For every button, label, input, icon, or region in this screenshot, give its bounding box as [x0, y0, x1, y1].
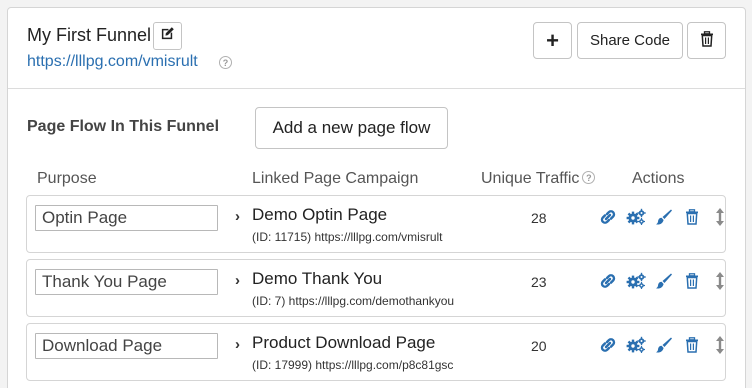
campaign-detail: (ID: 7) https://lllpg.com/demothankyou	[252, 294, 455, 308]
column-header-purpose: Purpose	[37, 170, 97, 187]
campaign-detail: (ID: 17999) https://lllpg.com/p8c81gsc	[252, 358, 454, 372]
edit-title-button[interactable]	[153, 22, 182, 50]
chevron-right-icon: ›	[235, 336, 240, 353]
unique-traffic-count: 28	[531, 210, 547, 226]
chevron-right-icon: ›	[235, 272, 240, 289]
campaign-detail: (ID: 11715) https://lllpg.com/vmisrult	[252, 230, 443, 244]
purpose-input[interactable]	[35, 269, 218, 295]
row-actions	[598, 207, 730, 227]
brush-icon[interactable]	[654, 335, 674, 355]
page-flow-row: › Demo Optin Page (ID: 11715) https://ll…	[26, 195, 726, 253]
gears-icon[interactable]	[626, 271, 646, 291]
page-flow-row: › Product Download Page (ID: 17999) http…	[26, 323, 726, 381]
link-icon[interactable]	[598, 335, 618, 355]
trash-icon[interactable]	[682, 271, 702, 291]
link-icon[interactable]	[598, 271, 618, 291]
move-vertical-icon[interactable]	[710, 207, 730, 227]
chevron-right-icon: ›	[235, 208, 240, 225]
brush-icon[interactable]	[654, 207, 674, 227]
purpose-input[interactable]	[35, 205, 218, 231]
row-actions	[598, 335, 730, 355]
share-code-button[interactable]: Share Code	[577, 22, 683, 59]
funnel-header: My First Funnel https://lllpg.com/vmisru…	[8, 8, 745, 89]
page-flow-row: › Demo Thank You (ID: 7) https://lllpg.c…	[26, 259, 726, 317]
campaign-name: Product Download Page	[252, 333, 436, 352]
section-title: Page Flow In This Funnel	[27, 118, 220, 135]
add-page-flow-button[interactable]: Add a new page flow	[255, 107, 448, 149]
funnel-title: My First Funnel	[27, 25, 152, 45]
gears-icon[interactable]	[626, 207, 646, 227]
column-header-traffic-label: Unique Traffic	[481, 170, 580, 187]
column-header-actions: Actions	[632, 170, 685, 187]
help-icon[interactable]: ?	[219, 56, 232, 69]
unique-traffic-count: 20	[531, 338, 547, 354]
funnel-panel: My First Funnel https://lllpg.com/vmisru…	[7, 7, 746, 388]
help-icon[interactable]: ?	[582, 171, 596, 185]
brush-icon[interactable]	[654, 271, 674, 291]
trash-icon[interactable]	[682, 335, 702, 355]
delete-funnel-button[interactable]	[687, 22, 726, 59]
purpose-input[interactable]	[35, 333, 218, 359]
row-actions	[598, 271, 730, 291]
column-header-traffic: Unique Traffic?	[481, 170, 596, 188]
trash-icon[interactable]	[682, 207, 702, 227]
campaign-name: Demo Optin Page	[252, 205, 388, 224]
move-vertical-icon[interactable]	[710, 271, 730, 291]
unique-traffic-count: 23	[531, 274, 547, 290]
campaign-name: Demo Thank You	[252, 269, 383, 288]
column-header-linked-page: Linked Page Campaign	[252, 170, 419, 187]
link-icon[interactable]	[598, 207, 618, 227]
add-button[interactable]: +	[533, 22, 572, 59]
move-vertical-icon[interactable]	[710, 335, 730, 355]
trash-icon	[700, 30, 714, 51]
funnel-url-link[interactable]: https://lllpg.com/vmisrult	[27, 53, 198, 71]
edit-icon	[160, 26, 175, 46]
gears-icon[interactable]	[626, 335, 646, 355]
